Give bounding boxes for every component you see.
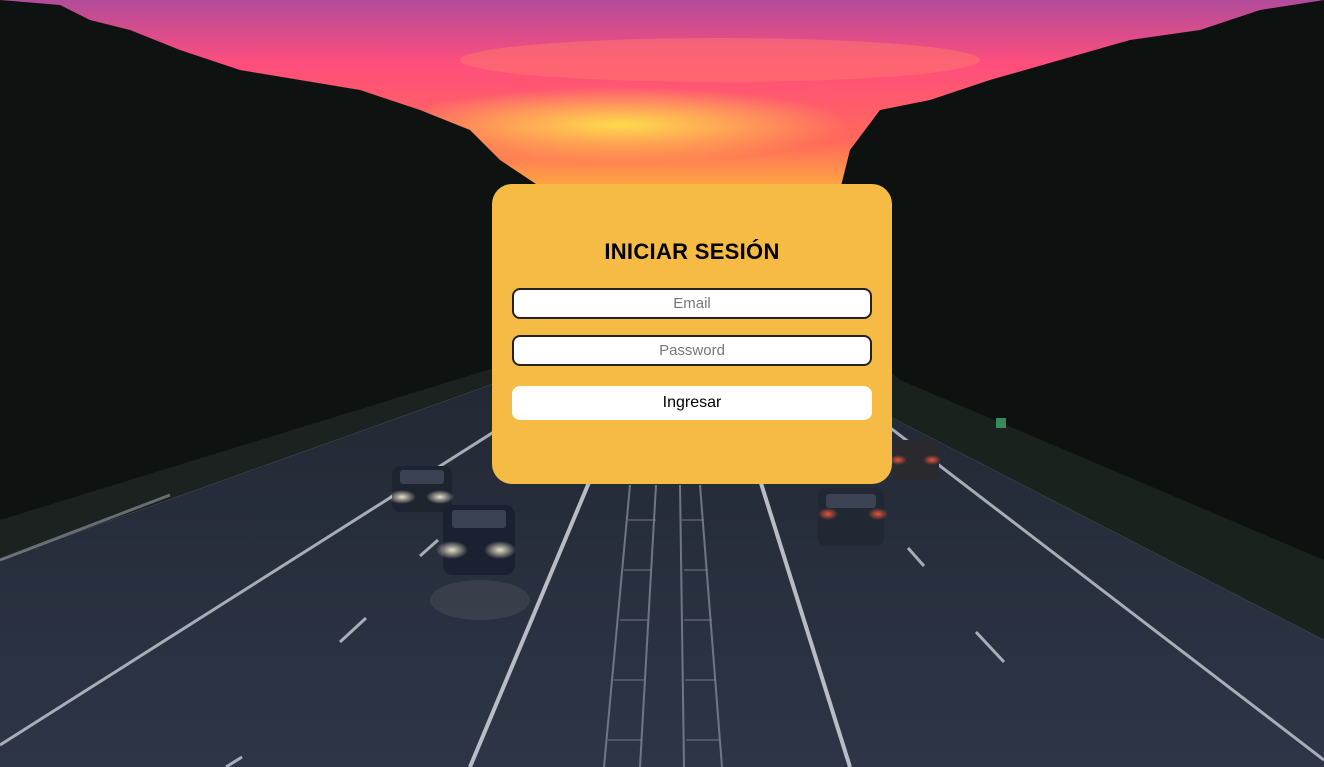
car-left-1 (388, 466, 454, 512)
login-card: INICIAR SESIÓN Ingresar (492, 184, 892, 484)
password-input[interactable] (512, 335, 872, 366)
car-right-1 (818, 488, 888, 546)
login-title: INICIAR SESIÓN (604, 239, 780, 264)
email-input[interactable] (512, 288, 872, 319)
car-left-2 (430, 505, 530, 620)
submit-button[interactable]: Ingresar (512, 386, 872, 420)
car-right-2 (889, 440, 941, 480)
